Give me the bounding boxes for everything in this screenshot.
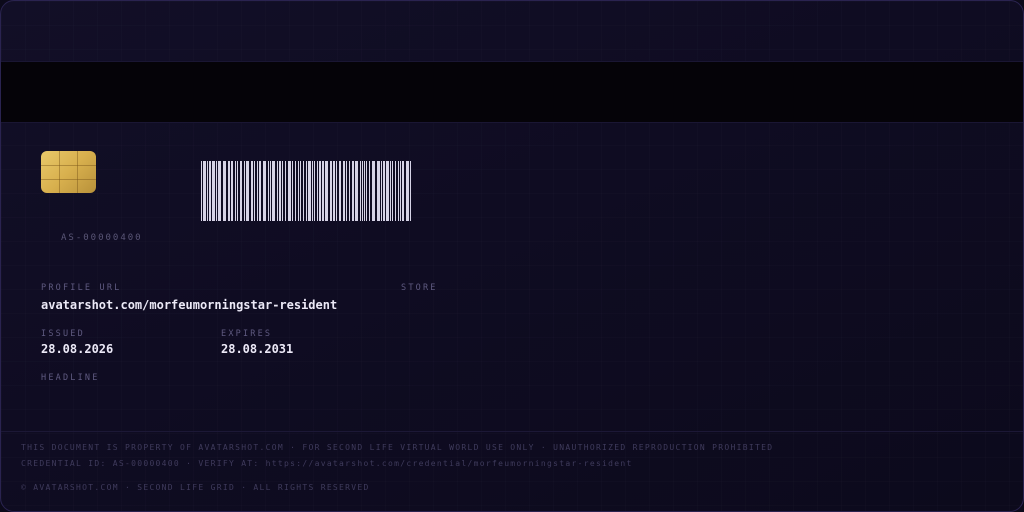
smart-chip-icon — [41, 151, 96, 193]
expires-label: EXPIRES — [221, 329, 273, 339]
footer-divider — [1, 431, 1023, 432]
card-id: AS-00000400 — [61, 233, 143, 243]
store-label: STORE — [401, 283, 438, 293]
barcode-icon — [201, 161, 411, 221]
issued-date: 28.08.2026 — [41, 342, 114, 356]
headline-label: HEADLINE — [41, 373, 100, 383]
credential-card-back: AS-00000400 PROFILE URL avatarshot.com/m… — [0, 0, 1024, 512]
profile-url-label: PROFILE URL — [41, 283, 122, 293]
credential-verify-line: CREDENTIAL ID: AS-00000400 · VERIFY AT: … — [21, 459, 633, 468]
legal-notice: THIS DOCUMENT IS PROPERTY OF AVATARSHOT.… — [21, 443, 774, 452]
magnetic-stripe — [1, 61, 1023, 123]
issued-label: ISSUED — [41, 329, 85, 339]
copyright-line: © AVATARSHOT.COM · SECOND LIFE GRID · AL… — [21, 483, 370, 492]
profile-url-value[interactable]: avatarshot.com/morfeumorningstar-residen… — [41, 298, 337, 312]
expires-date: 28.08.2031 — [221, 342, 294, 356]
